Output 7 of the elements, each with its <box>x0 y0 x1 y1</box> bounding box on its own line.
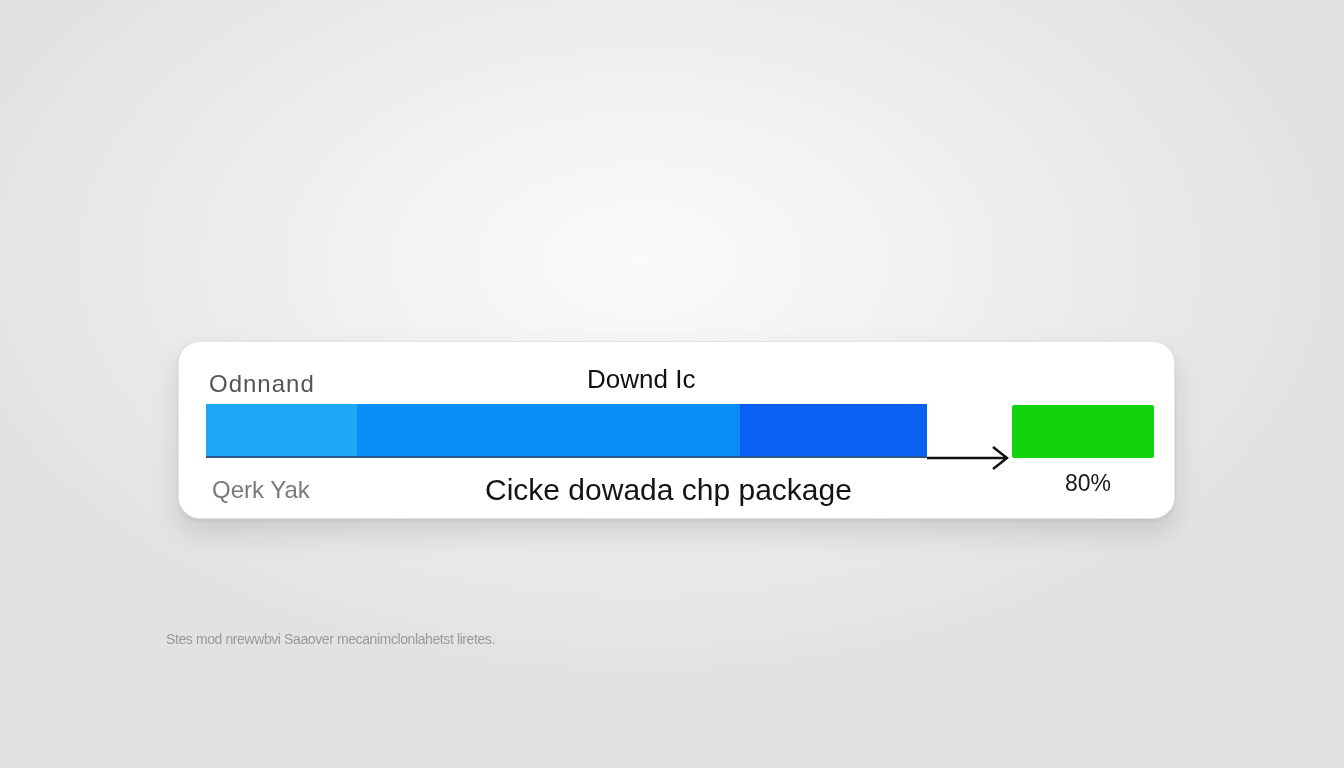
footer-note: Stes mod nrewwbvi Saaover mecanimclonlahetst liretes. <box>166 631 495 647</box>
progress-reading: 80% <box>1064 470 1111 497</box>
download-message: Cicke dowada chp package <box>485 472 852 507</box>
dialog-title: Downd Ic <box>587 364 696 394</box>
dialog-label: Odnnand <box>208 370 315 398</box>
arrow-icon <box>927 445 1009 471</box>
secondary-label: Qerk Yak <box>211 476 310 504</box>
